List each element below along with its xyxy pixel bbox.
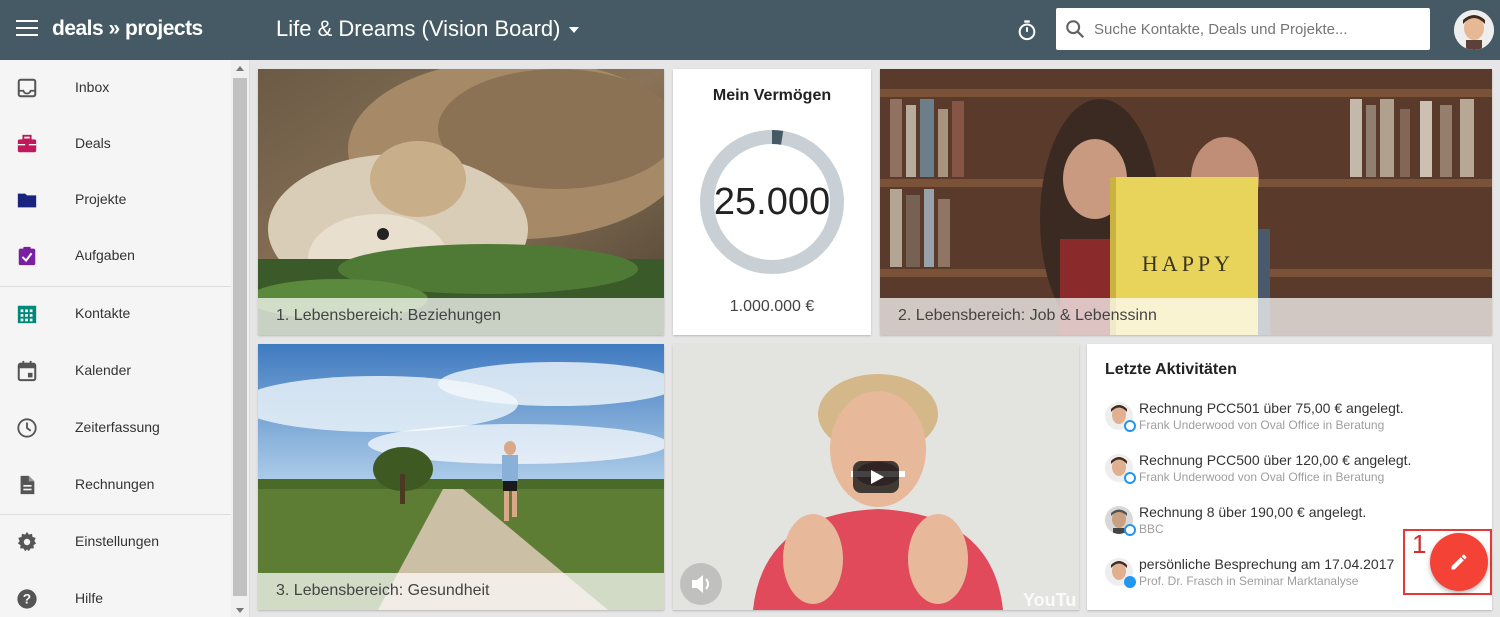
card-health[interactable]: 3. Lebensbereich: Gesundheit	[258, 344, 664, 610]
scroll-down-icon[interactable]	[236, 608, 244, 613]
activity-item[interactable]: Rechnung PCC501 über 75,00 € angelegt. F…	[1105, 400, 1485, 444]
search-icon	[1066, 20, 1085, 39]
activity-title: Rechnung PCC500 über 120,00 € angelegt.	[1139, 452, 1412, 468]
board-selector[interactable]: Life & Dreams (Vision Board)	[276, 16, 579, 42]
sidebar-item-invoices[interactable]: Rechnungen	[0, 457, 231, 513]
calendar-icon	[17, 360, 37, 382]
sidebar-item-label: Kontakte	[75, 305, 131, 321]
sidebar-item-calendar[interactable]: Kalender	[0, 343, 231, 399]
search-box[interactable]	[1056, 8, 1430, 50]
help-icon: ?	[17, 589, 37, 609]
sidebar-scrollbar[interactable]	[231, 60, 249, 617]
sidebar-item-label: Inbox	[75, 79, 110, 95]
library-photo: HAPPY	[880, 69, 1492, 335]
card-caption: 2. Lebensbereich: Job & Lebenssinn	[880, 298, 1492, 335]
wealth-target: 1.000.000 €	[729, 298, 815, 315]
gear-icon	[17, 531, 37, 552]
sidebar-item-tasks[interactable]: Aufgaben	[0, 228, 231, 284]
app-logo[interactable]: deals » projects	[52, 17, 203, 41]
sidebar-item-label: Hilfe	[75, 590, 104, 606]
status-dot	[1124, 524, 1136, 536]
sidebar-item-label: Projekte	[75, 191, 127, 207]
youtube-watermark: YouTu	[1023, 590, 1076, 610]
sidebar-item-settings[interactable]: Einstellungen	[0, 514, 231, 570]
sidebar-item-inbox[interactable]: Inbox	[0, 60, 231, 116]
sidebar-item-deals[interactable]: Deals	[0, 116, 231, 172]
edit-fab-button[interactable]	[1430, 533, 1488, 591]
sidebar-item-label: Kalender	[75, 362, 132, 378]
sidebar-item-projects[interactable]: Projekte	[0, 172, 231, 228]
activity-title: Rechnung PCC501 über 75,00 € angelegt.	[1139, 400, 1404, 416]
scrollbar-thumb[interactable]	[233, 78, 247, 596]
folder-icon	[17, 193, 37, 208]
annotation-number: 1	[1412, 529, 1427, 559]
board-title: Life & Dreams (Vision Board)	[276, 16, 561, 41]
activity-subtitle: Frank Underwood von Oval Office in Berat…	[1139, 470, 1385, 484]
document-icon	[20, 475, 35, 495]
status-dot	[1124, 420, 1136, 432]
card-video[interactable]: YouTu	[673, 344, 1079, 610]
activity-title: Rechnung 8 über 190,00 € angelegt.	[1139, 504, 1367, 520]
running-photo	[258, 344, 664, 610]
clock-icon	[17, 418, 37, 438]
sidebar-item-label: Rechnungen	[75, 476, 155, 492]
activity-subtitle: Prof. Dr. Frasch in Seminar Marktanalyse	[1139, 574, 1359, 588]
card-relationships[interactable]: 1. Lebensbereich: Beziehungen	[258, 69, 664, 335]
inbox-icon	[17, 78, 37, 98]
sidebar-item-help[interactable]: ? Hilfe	[0, 571, 231, 617]
wealth-value: 25.000	[713, 181, 831, 223]
sidebar: Inbox Deals Projekte Aufgaben Kontakte K…	[0, 60, 250, 617]
contacts-grid-icon	[17, 305, 37, 324]
caret-down-icon	[568, 27, 579, 34]
stopwatch-icon[interactable]	[1016, 18, 1038, 42]
sidebar-item-label: Aufgaben	[75, 247, 135, 263]
sidebar-item-label: Deals	[75, 135, 111, 151]
book-text: HAPPY	[1142, 251, 1234, 276]
wealth-title: Mein Vermögen	[712, 87, 832, 104]
card-job[interactable]: HAPPY 2. Lebensbereich: Job & Lebenssinn	[880, 69, 1492, 335]
search-input[interactable]	[1094, 18, 1420, 40]
user-avatar[interactable]	[1454, 10, 1494, 50]
scroll-up-icon[interactable]	[236, 66, 244, 71]
menu-icon[interactable]	[16, 20, 38, 38]
clipboard-check-icon	[18, 246, 36, 266]
card-wealth[interactable]: Mein Vermögen 25.000 1.000.000 €	[673, 69, 871, 335]
sidebar-item-label: Zeiterfassung	[75, 419, 160, 435]
briefcase-icon	[17, 134, 37, 153]
sidebar-item-time-tracking[interactable]: Zeiterfassung	[0, 400, 231, 456]
top-app-bar: deals » projects Life & Dreams (Vision B…	[0, 0, 1500, 60]
pencil-icon	[1451, 554, 1467, 570]
volume-icon[interactable]	[680, 563, 722, 605]
sidebar-item-contacts[interactable]: Kontakte	[0, 286, 231, 342]
play-button-icon[interactable]	[853, 461, 899, 493]
activity-title: persönliche Besprechung am 17.04.2017	[1139, 556, 1395, 572]
sidebar-item-label: Einstellungen	[75, 533, 160, 549]
activity-item[interactable]: Rechnung PCC500 über 120,00 € angelegt. …	[1105, 452, 1485, 496]
activities-title: Letzte Aktivitäten	[1105, 361, 1237, 378]
status-dot	[1124, 472, 1136, 484]
status-dot	[1124, 576, 1136, 588]
card-caption: 3. Lebensbereich: Gesundheit	[258, 573, 664, 610]
svg-text:?: ?	[23, 592, 31, 607]
activity-subtitle: Frank Underwood von Oval Office in Berat…	[1139, 418, 1385, 432]
cat-dog-photo	[258, 69, 664, 335]
activity-subtitle: BBC	[1139, 522, 1164, 536]
card-caption: 1. Lebensbereich: Beziehungen	[258, 298, 664, 335]
